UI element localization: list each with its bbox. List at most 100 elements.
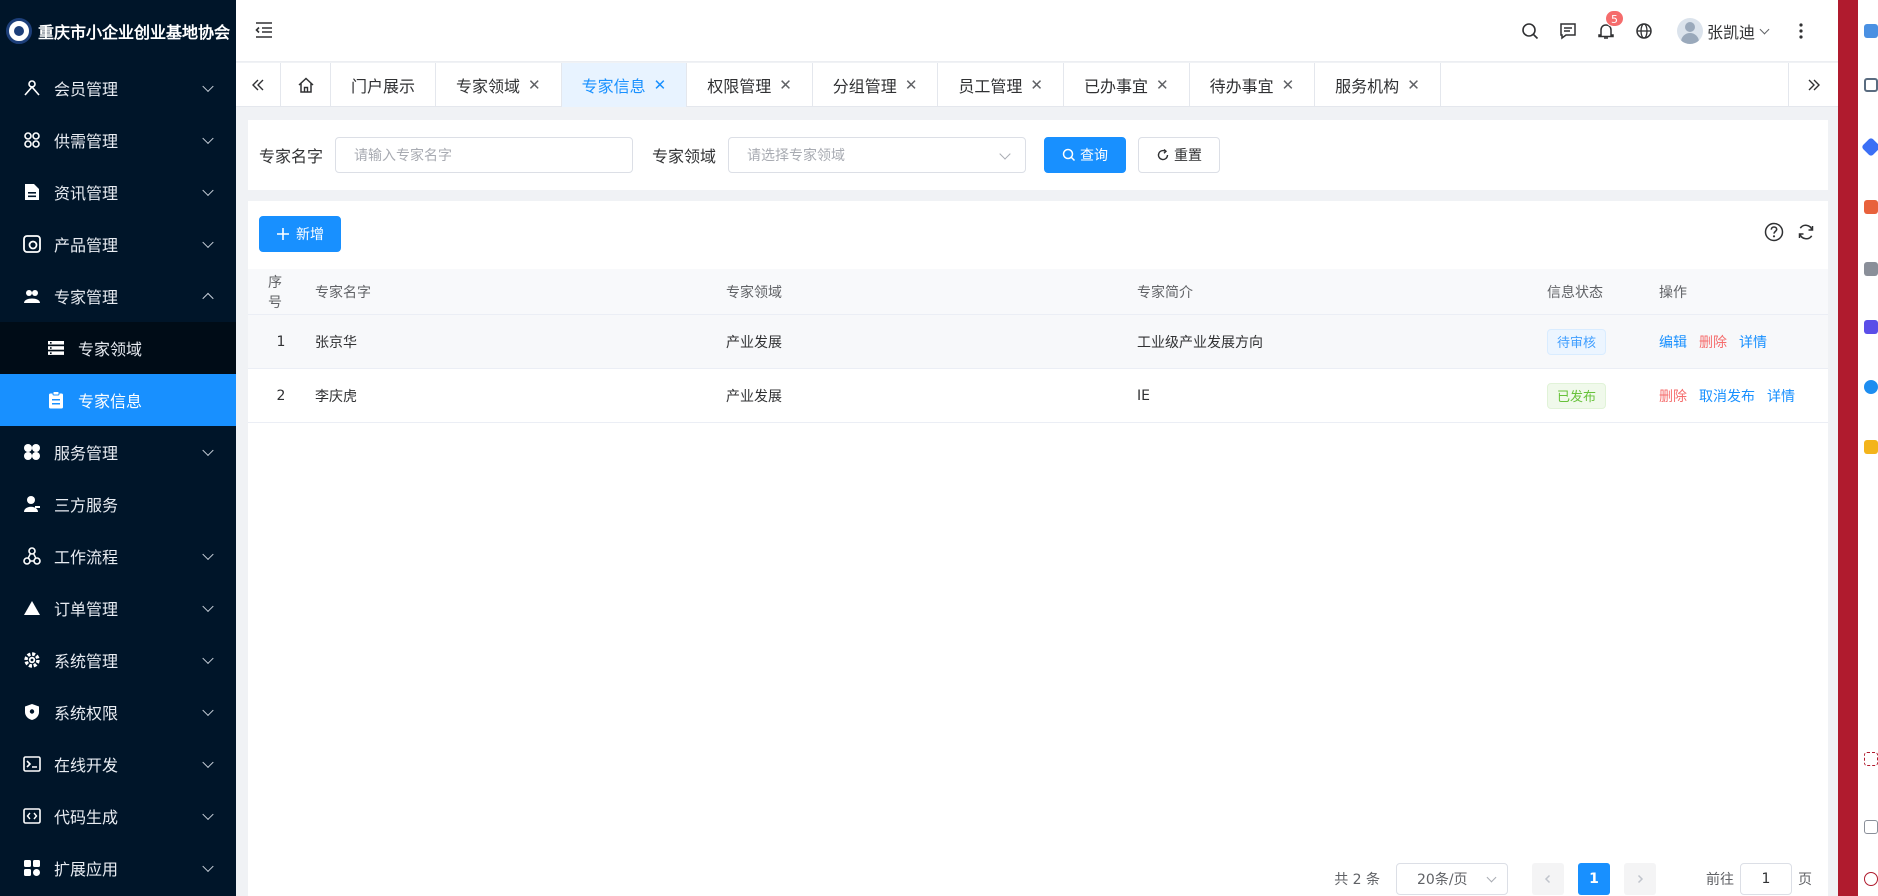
sidebar-item-third-party[interactable]: 三方服务 <box>0 478 236 530</box>
chevron-down-icon <box>1759 24 1770 34</box>
message-icon[interactable] <box>1549 12 1587 50</box>
close-icon[interactable]: ✕ <box>905 76 918 94</box>
screenshot-icon[interactable] <box>1864 752 1878 766</box>
tab-expert-field[interactable]: 专家领域 ✕ <box>436 63 562 107</box>
edit-link[interactable]: 编辑 <box>1659 332 1687 352</box>
status-cell: 待审核 <box>1547 315 1607 368</box>
tab-label: 服务机构 <box>1335 77 1400 96</box>
extension-icon <box>22 858 42 878</box>
table-row[interactable]: 2 李庆虎 产业发展 IE 已发布 删除 取消发布 详情 <box>248 369 1828 423</box>
tab-group[interactable]: 分组管理 ✕ <box>813 63 939 107</box>
extension-icon[interactable] <box>1864 440 1878 454</box>
sidebar-item-workflow[interactable]: 工作流程 <box>0 530 236 582</box>
tab-portal[interactable]: 门户展示 <box>331 63 437 107</box>
column-header: 专家领域 <box>726 284 782 301</box>
delete-link[interactable]: 删除 <box>1659 386 1687 406</box>
tab-service-org[interactable]: 服务机构 ✕ <box>1315 63 1441 107</box>
sidebar-item-order[interactable]: 订单管理 <box>0 582 236 634</box>
sidebar-item-system[interactable]: 系统管理 <box>0 634 236 686</box>
tab-expert-info[interactable]: 专家信息 ✕ <box>561 63 688 107</box>
tabs-scroll-right-icon[interactable] <box>1788 63 1838 107</box>
refresh-icon[interactable] <box>1796 222 1816 246</box>
chevron-down-icon <box>202 236 214 249</box>
service-icon <box>22 442 42 462</box>
prev-page-button[interactable] <box>1532 863 1564 895</box>
search-icon[interactable] <box>1511 12 1549 50</box>
chevron-down-icon <box>202 444 214 457</box>
extension-icon[interactable] <box>1864 200 1878 214</box>
bell-icon[interactable]: 5 <box>1587 10 1625 50</box>
help-icon[interactable] <box>1764 222 1784 246</box>
delete-link[interactable]: 删除 <box>1699 332 1727 352</box>
sidebar-item-member[interactable]: 会员管理 <box>0 62 236 114</box>
close-icon[interactable]: ✕ <box>528 76 541 94</box>
next-page-button[interactable] <box>1624 863 1656 895</box>
extension-icon[interactable] <box>1864 24 1878 38</box>
sidebar-item-label: 产品管理 <box>54 236 119 255</box>
detail-link[interactable]: 详情 <box>1739 332 1767 352</box>
extension-icon[interactable] <box>1864 320 1878 334</box>
sidebar-item-product[interactable]: 产品管理 <box>0 218 236 270</box>
expert-field-placeholder: 请选择专家领域 <box>747 148 846 164</box>
collapse-menu-icon[interactable] <box>254 20 274 44</box>
extension-icon[interactable] <box>1864 380 1878 394</box>
reset-button[interactable]: 重置 <box>1138 137 1221 173</box>
close-icon[interactable]: ✕ <box>1030 76 1043 94</box>
expert-name-input[interactable]: 请输入专家名字 <box>335 137 634 173</box>
close-icon[interactable]: ✕ <box>779 76 792 94</box>
user-menu[interactable]: 张凯迪 <box>1676 18 1770 44</box>
settings-icon[interactable] <box>1864 872 1878 886</box>
sidebar-item-supply[interactable]: 供需管理 <box>0 114 236 166</box>
sidebar-item-service[interactable]: 服务管理 <box>0 426 236 478</box>
goto-prefix: 前往 <box>1706 872 1734 888</box>
detail-link[interactable]: 详情 <box>1767 386 1795 406</box>
tabs-scroll-left-icon[interactable] <box>236 63 281 107</box>
chevron-down-icon <box>1486 872 1497 883</box>
goto-page-input[interactable]: 1 <box>1740 863 1792 895</box>
app-logo[interactable]: 重庆市小企业创业基地协会 <box>0 0 236 62</box>
chevron-down-icon <box>202 132 214 145</box>
chevron-down-icon <box>202 184 214 197</box>
sidebar-item-online-dev[interactable]: 在线开发 <box>0 738 236 790</box>
close-icon[interactable]: ✕ <box>654 76 667 94</box>
sidebar-item-permission[interactable]: 系统权限 <box>0 686 236 738</box>
product-icon <box>22 234 42 254</box>
tab-permission[interactable]: 权限管理 ✕ <box>687 63 813 107</box>
sidebar-item-label: 专家领域 <box>78 340 143 359</box>
chevron-down-icon <box>202 860 214 873</box>
tab-label: 专家领域 <box>456 77 521 96</box>
table-row[interactable]: 1 张京华 产业发展 工业级产业发展方向 待审核 编辑 删除 详情 <box>248 315 1828 369</box>
tab-label: 员工管理 <box>958 77 1023 96</box>
home-icon[interactable] <box>281 63 331 107</box>
add-button[interactable]: 新增 <box>259 216 341 252</box>
close-icon[interactable]: ✕ <box>1407 76 1420 94</box>
page-size-select[interactable]: 20条/页 <box>1396 863 1508 895</box>
sidebar-item-expert-field[interactable]: 专家领域 <box>0 322 236 374</box>
query-button[interactable]: 查询 <box>1044 137 1127 173</box>
globe-icon[interactable] <box>1625 12 1663 50</box>
status-badge: 待审核 <box>1547 328 1607 355</box>
tab-label: 门户展示 <box>351 77 416 96</box>
extension-icon[interactable] <box>1861 137 1878 157</box>
tab-todo[interactable]: 待办事宜 ✕ <box>1190 63 1316 107</box>
sidebar-item-extension[interactable]: 扩展应用 <box>0 842 236 894</box>
page-number-current[interactable]: 1 <box>1578 863 1610 895</box>
unpublish-link[interactable]: 取消发布 <box>1699 386 1755 406</box>
table-header: 序号 专家名字 专家领域 专家简介 信息状态 操作 <box>248 269 1828 315</box>
supply-icon <box>22 130 42 150</box>
add-label: 新增 <box>296 227 324 243</box>
sidebar-item-news[interactable]: 资讯管理 <box>0 166 236 218</box>
chevron-left-icon <box>1544 874 1551 884</box>
close-icon[interactable]: ✕ <box>1156 76 1169 94</box>
tab-done[interactable]: 已办事宜 ✕ <box>1064 63 1190 107</box>
sidebar-item-expert[interactable]: 专家管理 <box>0 270 236 322</box>
more-vertical-icon[interactable] <box>1782 12 1820 50</box>
extension-icon[interactable] <box>1864 262 1878 276</box>
window-icon[interactable] <box>1864 820 1878 834</box>
sidebar-item-codegen[interactable]: 代码生成 <box>0 790 236 842</box>
sidebar-item-expert-info[interactable]: 专家信息 <box>0 374 236 426</box>
search-icon[interactable] <box>1864 78 1878 92</box>
close-icon[interactable]: ✕ <box>1282 76 1295 94</box>
expert-field-select[interactable]: 请选择专家领域 <box>728 137 1027 173</box>
tab-staff[interactable]: 员工管理 ✕ <box>938 63 1064 107</box>
